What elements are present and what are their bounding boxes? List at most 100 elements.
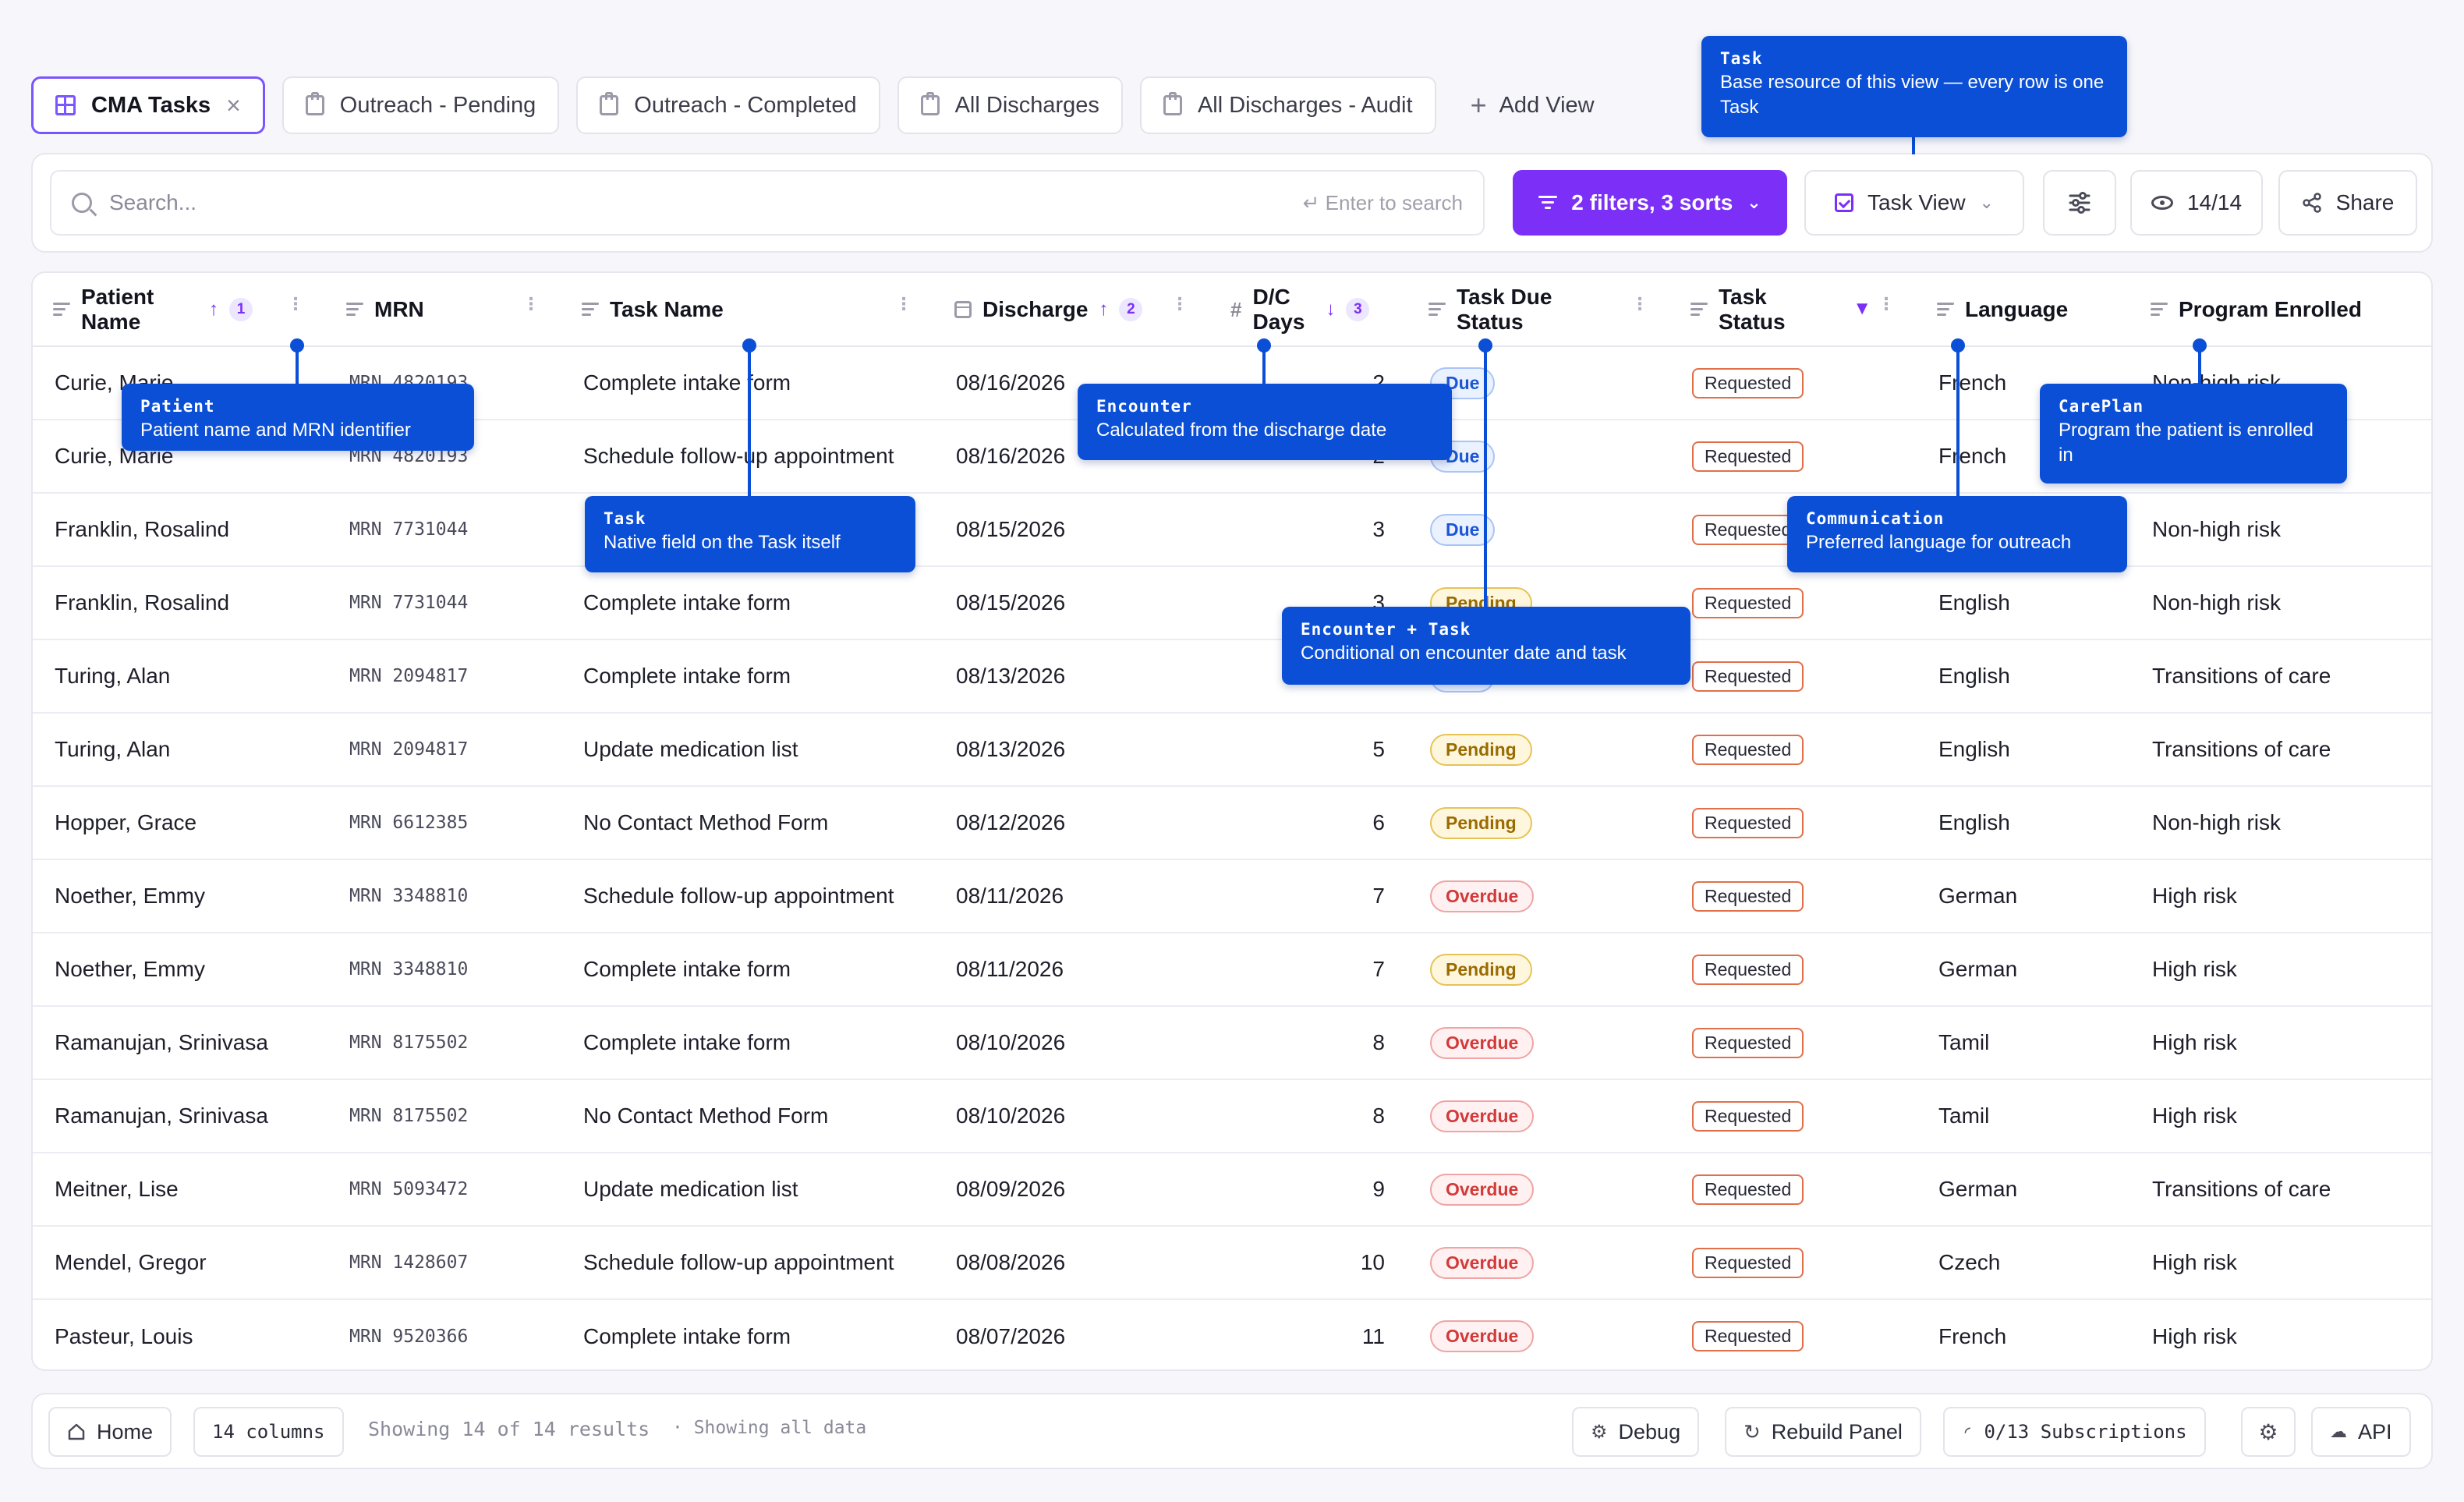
cell-dc-days: 5 xyxy=(1210,713,1408,787)
callout-encounter-task: Encounter + Task Conditional on encounte… xyxy=(1282,607,1690,685)
task-status-badge: Requested xyxy=(1692,1100,1804,1132)
column-header-dc-days[interactable]: # D/C Days ↓ 3 xyxy=(1210,273,1408,347)
table-row[interactable]: Noether, Emmy MRN 3348810 Complete intake … xyxy=(33,933,2431,1007)
cell-mrn: MRN 2094817 xyxy=(326,639,561,714)
cell-language: German xyxy=(1917,1153,2130,1227)
columns-count-button[interactable]: 14 columns xyxy=(193,1407,344,1457)
callout-title: Encounter + Task xyxy=(1301,620,1471,639)
callout-title: Patient xyxy=(140,397,215,416)
tab-all-discharges-audit[interactable]: All Discharges - Audit xyxy=(1139,76,1436,134)
data-scope-text: · Showing all data xyxy=(672,1418,867,1438)
task-status-badge: Requested xyxy=(1692,1027,1804,1058)
cell-discharge-date: 08/10/2026 xyxy=(934,1079,1210,1153)
cell-dc-days: 8 xyxy=(1210,1079,1408,1153)
table-row[interactable]: Ramanujan, Srinivasa MRN 8175502 No Contac… xyxy=(33,1079,2431,1153)
api-button[interactable]: ☁ API xyxy=(2311,1407,2411,1457)
text-field-icon xyxy=(346,303,363,316)
column-menu-icon[interactable]: ⋮ xyxy=(1631,296,1648,313)
cell-task-name: Complete intake form xyxy=(561,566,934,640)
cell-task-due-status: Due xyxy=(1408,493,1670,567)
cell-program-enrolled: High risk xyxy=(2130,933,2431,1007)
cell-discharge-date: 08/12/2026 xyxy=(934,786,1210,860)
debug-button[interactable]: ⚙ Debug xyxy=(1572,1407,1700,1457)
column-header-mrn[interactable]: MRN ⋮ xyxy=(326,273,561,347)
cell-mrn: MRN 7731044 xyxy=(326,493,561,567)
table-row[interactable]: Turing, Alan MRN 2094817 Complete intake f… xyxy=(33,639,2431,714)
cell-discharge-date: 08/13/2026 xyxy=(934,639,1210,714)
due-status-badge: Overdue xyxy=(1430,1173,1535,1206)
column-menu-icon[interactable]: ⋮ xyxy=(522,296,540,313)
cell-language: English xyxy=(1917,786,2130,860)
column-header-patient-name[interactable]: Patient Name ↑ 1 ⋮ xyxy=(33,273,326,347)
callout-description: Calculated from the discharge date xyxy=(1096,420,1387,441)
cell-discharge-date: 08/11/2026 xyxy=(934,933,1210,1007)
share-button[interactable]: Share xyxy=(2278,170,2417,236)
column-header-task-due-status[interactable]: Task Due Status ⋮ xyxy=(1408,273,1670,347)
subscriptions-button[interactable]: ◜ 0/13 Subscriptions xyxy=(1943,1407,2206,1457)
visible-columns-button[interactable]: 14/14 xyxy=(2130,170,2263,236)
home-button[interactable]: Home xyxy=(48,1407,172,1457)
cell-task-status: Requested xyxy=(1670,713,1917,787)
tab-label: Outreach - Pending xyxy=(339,92,536,118)
tab-cma-tasks[interactable]: CMA Tasks × xyxy=(31,76,265,134)
filter-active-icon[interactable]: ▼ xyxy=(1853,298,1871,320)
callout-connector xyxy=(1956,345,1960,496)
column-menu-icon[interactable]: ⋮ xyxy=(895,296,912,313)
column-header-language[interactable]: Language xyxy=(1917,273,2130,347)
table-row[interactable]: Turing, Alan MRN 2094817 Update medication… xyxy=(33,713,2431,787)
cell-dc-days: 6 xyxy=(1210,786,1408,860)
column-menu-icon[interactable]: ⋮ xyxy=(287,296,304,313)
column-header-task-name[interactable]: Task Name ⋮ xyxy=(561,273,934,347)
cell-task-status: Requested xyxy=(1670,786,1917,860)
sort-desc-icon[interactable]: ↓ xyxy=(1326,297,1335,322)
task-status-badge: Requested xyxy=(1692,954,1804,985)
task-view-select[interactable]: Task View ⌄ xyxy=(1804,170,2024,236)
clipboard-icon xyxy=(305,92,324,115)
table-row[interactable]: Hopper, Grace MRN 6612385 No Contact Metho… xyxy=(33,786,2431,860)
search-input[interactable] xyxy=(109,190,1286,215)
table-row[interactable]: Noether, Emmy MRN 3348810 Schedule follow-… xyxy=(33,859,2431,933)
cell-mrn: MRN 5093472 xyxy=(326,1153,561,1227)
cell-language: Czech xyxy=(1917,1226,2130,1300)
tab-all-discharges[interactable]: All Discharges xyxy=(897,76,1123,134)
tab-outreach-pending[interactable]: Outreach - Pending xyxy=(281,76,560,134)
status-footer: Home 14 columns Showing 14 of 14 results… xyxy=(31,1393,2433,1469)
table-header-row: Patient Name ↑ 1 ⋮ MRN ⋮ Task Name ⋮ Dis… xyxy=(33,273,2431,347)
callout-connector xyxy=(1912,137,1915,154)
column-menu-icon[interactable]: ⋮ xyxy=(1171,296,1188,313)
cell-discharge-date: 08/10/2026 xyxy=(934,1006,1210,1080)
table-row[interactable]: Ramanujan, Srinivasa MRN 8175502 Complete … xyxy=(33,1006,2431,1080)
close-icon[interactable]: × xyxy=(226,91,241,120)
table-row[interactable]: Mendel, Gregor MRN 1428607 Schedule follow… xyxy=(33,1226,2431,1300)
cell-task-name: Complete intake form xyxy=(561,1006,934,1080)
cell-program-enrolled: Non-high risk xyxy=(2130,493,2431,567)
plus-icon: + xyxy=(1470,89,1487,121)
column-menu-icon[interactable]: ⋮ xyxy=(1878,296,1895,313)
callout-patient: Patient Patient name and MRN identifier xyxy=(122,384,474,451)
cell-task-status: Requested xyxy=(1670,1226,1917,1300)
eye-icon xyxy=(2151,196,2173,210)
table-row[interactable]: Franklin, Rosalind MRN 7731044 Complete in… xyxy=(33,566,2431,640)
cell-patient-name: Turing, Alan xyxy=(33,713,326,787)
table-row[interactable]: Pasteur, Louis MRN 9520366 Complete intake… xyxy=(33,1299,2431,1369)
filters-sorts-button[interactable]: 2 filters, 3 sorts ⌄ xyxy=(1513,170,1787,236)
column-header-program-enrolled[interactable]: Program Enrolled xyxy=(2130,273,2431,347)
calendar-icon xyxy=(954,300,972,318)
column-label: Discharge xyxy=(982,296,1089,321)
column-header-discharge[interactable]: Discharge ↑ 2 ⋮ xyxy=(934,273,1210,347)
add-view-button[interactable]: + Add View xyxy=(1453,76,1612,134)
tab-outreach-completed[interactable]: Outreach - Completed xyxy=(576,76,880,134)
cell-dc-days: 9 xyxy=(1210,1153,1408,1227)
column-settings-button[interactable] xyxy=(2043,170,2116,236)
rebuild-label: Rebuild Panel xyxy=(1771,1419,1903,1444)
task-status-badge: Requested xyxy=(1692,1247,1804,1278)
sort-asc-icon[interactable]: ↑ xyxy=(1099,297,1108,322)
column-header-task-status[interactable]: Task Status ▼ ⋮ xyxy=(1670,273,1917,347)
rebuild-panel-button[interactable]: ↻ Rebuild Panel xyxy=(1725,1407,1921,1457)
column-label: Patient Name xyxy=(81,284,154,334)
sort-asc-icon[interactable]: ↑ xyxy=(209,297,218,322)
cell-dc-days: 8 xyxy=(1210,1006,1408,1080)
table-row[interactable]: Meitner, Lise MRN 5093472 Update medicatio… xyxy=(33,1153,2431,1227)
cell-task-due-status: Overdue xyxy=(1408,1006,1670,1080)
settings-button[interactable]: ⚙ xyxy=(2241,1407,2296,1457)
